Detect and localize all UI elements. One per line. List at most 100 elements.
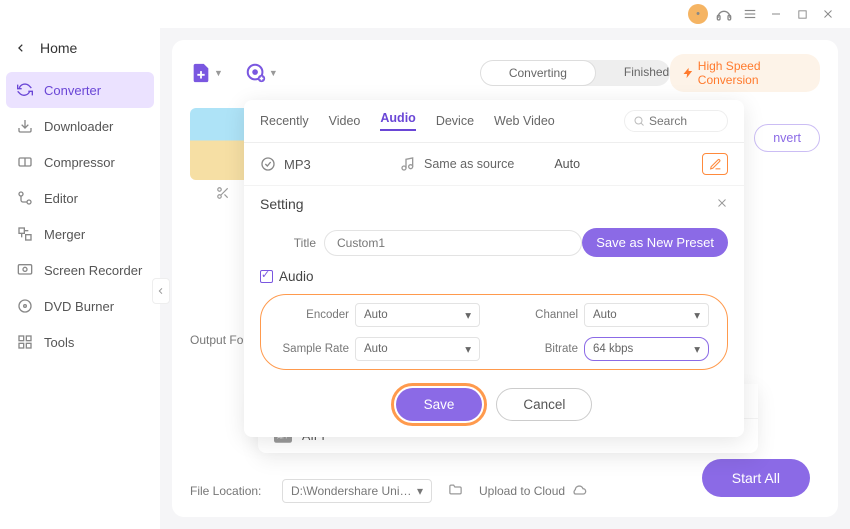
music-icon <box>400 156 416 172</box>
edit-preset-button[interactable] <box>702 153 728 175</box>
chevron-down-icon: ▼ <box>269 68 278 78</box>
chevron-down-icon: ▾ <box>694 308 700 322</box>
encoder-label: Encoder <box>279 309 349 321</box>
tools-icon <box>16 333 34 351</box>
close-icon[interactable] <box>818 4 838 24</box>
dvd-icon <box>16 297 34 315</box>
sidebar-item-label: Compressor <box>44 155 115 170</box>
download-icon <box>16 117 34 135</box>
minimize-icon[interactable] <box>766 4 786 24</box>
compressor-icon <box>16 153 34 171</box>
home-back[interactable]: Home <box>0 32 160 64</box>
tab-converting[interactable]: Converting <box>480 60 596 86</box>
channel-select[interactable]: Auto▾ <box>584 303 709 327</box>
tab-webvideo[interactable]: Web Video <box>494 114 555 128</box>
convert-button[interactable]: nvert <box>754 124 820 152</box>
chevron-down-icon: ▾ <box>465 308 471 322</box>
encoder-select[interactable]: Auto▾ <box>355 303 480 327</box>
sidebar-item-merger[interactable]: Merger <box>0 216 160 252</box>
sidebar-item-label: Screen Recorder <box>44 263 142 278</box>
support-icon[interactable] <box>714 4 734 24</box>
tab-audio[interactable]: Audio <box>380 111 415 131</box>
trim-icon[interactable] <box>216 186 230 203</box>
converter-icon <box>16 81 34 99</box>
audio-checkbox[interactable] <box>260 270 273 283</box>
sidebar-item-label: Converter <box>44 83 101 98</box>
chevron-down-icon: ▾ <box>694 342 700 356</box>
cloud-icon[interactable] <box>571 482 587 501</box>
hsc-label: High Speed Conversion <box>698 59 808 87</box>
search-input[interactable] <box>624 110 728 132</box>
sidebar: Home Converter Downloader Compressor Edi… <box>0 28 160 529</box>
chevron-down-icon: ▾ <box>417 484 423 498</box>
add-dvd-button[interactable]: ▼ <box>245 62 278 84</box>
chevron-down-icon: ▼ <box>214 68 223 78</box>
disc-check-icon <box>260 156 276 172</box>
bitrate-label: Bitrate <box>508 343 578 355</box>
folder-icon[interactable] <box>448 482 463 500</box>
same-as-source[interactable]: Same as source <box>400 156 514 172</box>
sample-rate-field: Sample Rate Auto▾ <box>279 337 480 361</box>
save-button[interactable]: Save <box>396 388 483 421</box>
bolt-icon <box>682 66 694 80</box>
setting-title: Setting <box>260 196 304 212</box>
sidebar-item-compressor[interactable]: Compressor <box>0 144 160 180</box>
sample-rate-label: Sample Rate <box>279 343 349 355</box>
sidebar-item-dvd-burner[interactable]: DVD Burner <box>0 288 160 324</box>
start-all-button[interactable]: Start All <box>702 459 810 497</box>
screen-recorder-icon <box>16 261 34 279</box>
format-mp3[interactable]: MP3 <box>260 156 390 172</box>
search-field[interactable] <box>649 114 719 128</box>
audio-settings-group: Encoder Auto▾ ChannelAuto▾ Sample Rate Aut… <box>260 294 728 370</box>
upload-label: Upload to Cloud <box>479 484 565 498</box>
toolbar: ▼ ▼ Converting Finished High Speed Conve… <box>190 54 820 92</box>
tab-video[interactable]: Video <box>329 114 361 128</box>
bitrate-select[interactable]: 64 kbps▾ <box>584 337 709 361</box>
sidebar-item-tools[interactable]: Tools <box>0 324 160 360</box>
sidebar-item-label: Tools <box>44 335 74 350</box>
setting-header: Setting <box>244 186 744 222</box>
add-dvd-icon <box>245 62 267 84</box>
tab-device[interactable]: Device <box>436 114 474 128</box>
sidebar-item-downloader[interactable]: Downloader <box>0 108 160 144</box>
encoder-field: Encoder Auto▾ <box>279 303 480 327</box>
save-as-preset-button[interactable]: Save as New Preset <box>582 228 728 257</box>
merger-icon <box>16 225 34 243</box>
bitrate-field: Bitrate 64 kbps▾ <box>508 337 709 361</box>
menu-icon[interactable] <box>740 4 760 24</box>
file-location-label: File Location: <box>190 484 282 498</box>
maximize-icon[interactable] <box>792 4 812 24</box>
audio-checkbox-row[interactable]: Audio <box>244 263 744 290</box>
home-label: Home <box>40 40 77 56</box>
chevron-down-icon: ▾ <box>465 342 471 356</box>
sidebar-item-label: DVD Burner <box>44 299 114 314</box>
title-label: Title <box>260 236 316 250</box>
format-panel: Recently Video Audio Device Web Video MP… <box>244 100 744 437</box>
format-label: MP3 <box>284 157 311 172</box>
cancel-button[interactable]: Cancel <box>496 388 592 421</box>
channel-field: ChannelAuto▾ <box>508 303 709 327</box>
user-avatar[interactable]: • <box>688 4 708 24</box>
auto-label: Auto <box>554 157 580 171</box>
file-location-select[interactable]: D:\Wondershare UniConverter 1▾ <box>282 479 432 503</box>
sidebar-item-screen-recorder[interactable]: Screen Recorder <box>0 252 160 288</box>
add-file-button[interactable]: ▼ <box>190 62 223 84</box>
status-segment: Converting Finished <box>480 60 670 86</box>
sidebar-item-converter[interactable]: Converter <box>6 72 154 108</box>
sample-rate-select[interactable]: Auto▾ <box>355 337 480 361</box>
tab-recently[interactable]: Recently <box>260 114 309 128</box>
format-row: MP3 Same as source Auto <box>244 143 744 186</box>
titlebar: • <box>0 0 850 28</box>
title-row: Title Save as New Preset <box>244 222 744 263</box>
tab-finished[interactable]: Finished <box>596 60 670 86</box>
collapse-sidebar-handle[interactable] <box>152 278 170 304</box>
sas-label: Same as source <box>424 157 514 171</box>
search-icon <box>633 115 645 127</box>
title-input[interactable] <box>324 230 582 256</box>
edit-icon <box>709 158 722 171</box>
high-speed-conversion-button[interactable]: High Speed Conversion <box>670 54 820 92</box>
audio-checkbox-label: Audio <box>279 269 314 284</box>
close-setting-button[interactable] <box>716 196 728 212</box>
sidebar-item-editor[interactable]: Editor <box>0 180 160 216</box>
chevron-left-icon <box>16 43 26 53</box>
